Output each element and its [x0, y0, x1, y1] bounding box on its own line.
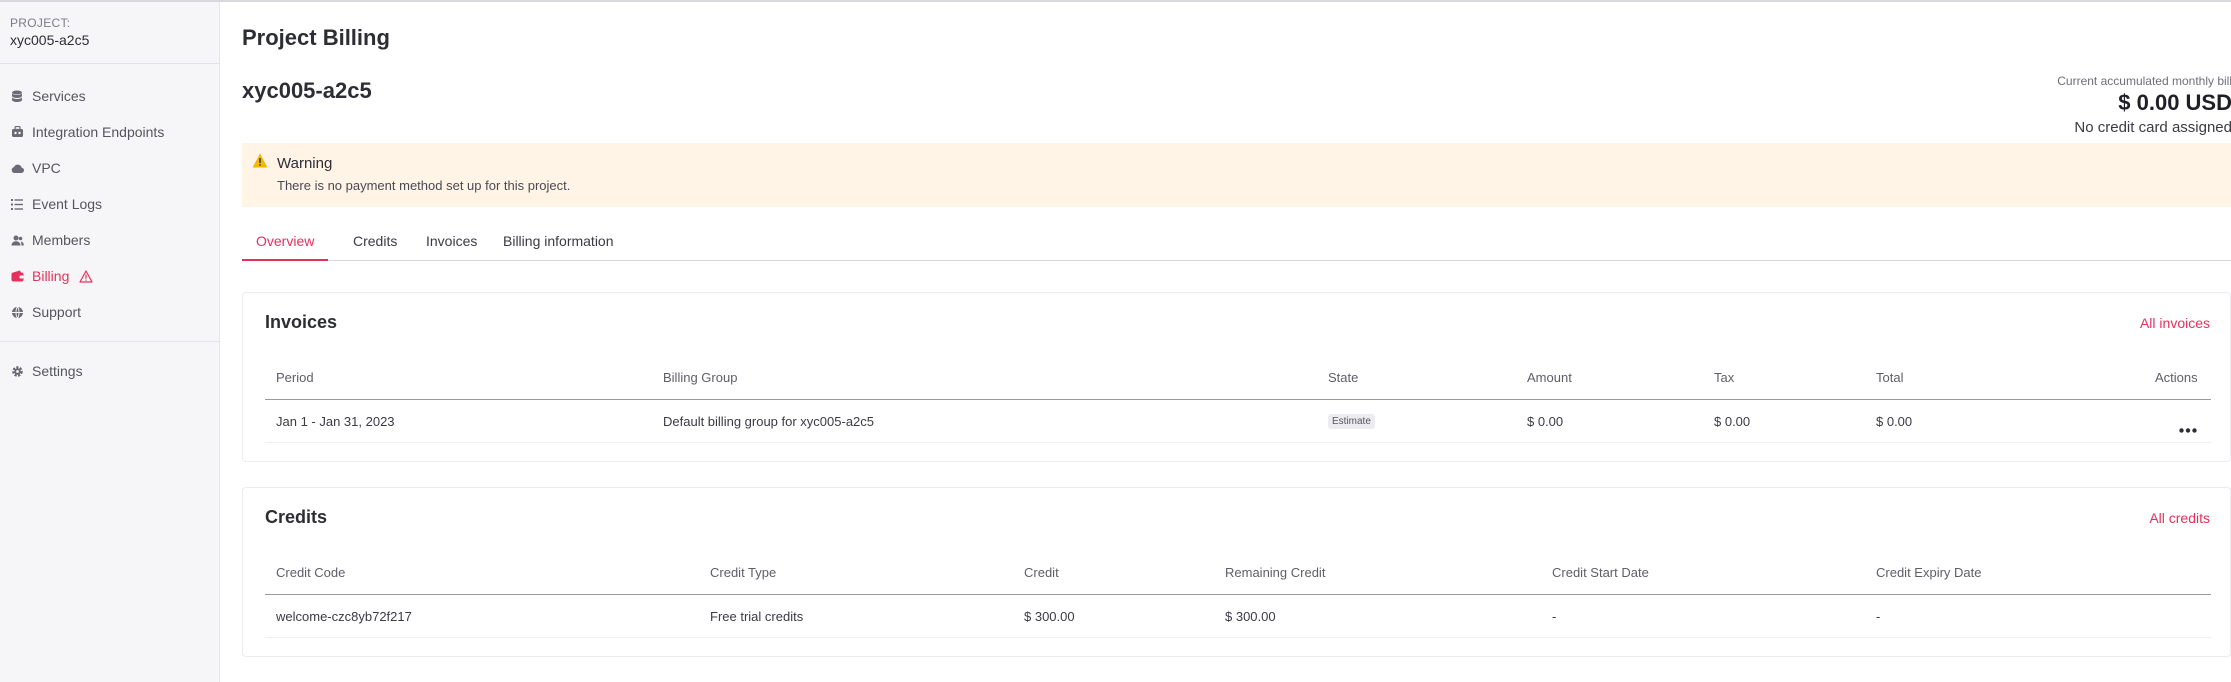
- sidebar-item-label: VPC: [32, 160, 61, 176]
- tab-overview[interactable]: Overview: [242, 226, 329, 261]
- warning-icon: [252, 153, 268, 173]
- column-header[interactable]: Period: [276, 370, 314, 385]
- credit-type: Free trial credits: [710, 609, 804, 624]
- column-header[interactable]: State: [1328, 370, 1358, 385]
- column-header[interactable]: Credit Type: [710, 565, 776, 580]
- wallet-icon: [10, 269, 24, 283]
- credit-code: welcome-czc8yb72f217: [276, 609, 412, 624]
- gear-icon: [10, 364, 24, 378]
- sidebar-divider: [0, 63, 220, 64]
- credit-card-status: No credit card assigned: [2074, 119, 2231, 136]
- table-header-divider: [265, 399, 2211, 400]
- list-icon: [10, 197, 24, 211]
- globe-icon: [10, 305, 24, 319]
- tab-credits[interactable]: Credits: [339, 226, 411, 261]
- sidebar-item-label: Settings: [32, 363, 83, 379]
- table-header-divider: [265, 594, 2211, 595]
- credits-card: Credits All credits Credit Code Credit T…: [242, 487, 2231, 657]
- sidebar: PROJECT: xyc005-a2c5 Services Integratio…: [0, 2, 220, 682]
- all-invoices-link[interactable]: All invoices: [2140, 315, 2210, 331]
- main-content: Project Billing xyc005-a2c5 Current accu…: [242, 0, 2231, 682]
- sidebar-item-label: Event Logs: [32, 196, 103, 212]
- project-label: PROJECT:: [10, 16, 71, 30]
- credit-amount: $ 300.00: [1024, 609, 1075, 624]
- monthly-bill-amount: $ 0.00 USD: [2118, 90, 2231, 115]
- sidebar-item-label: Support: [32, 304, 82, 320]
- credit-start-date: -: [1552, 609, 1557, 624]
- row-divider: [265, 442, 2211, 443]
- integration-icon: [10, 125, 24, 139]
- invoice-amount: $ 0.00: [1527, 414, 1564, 429]
- credits-title: Credits: [265, 507, 328, 527]
- status-badge: Estimate: [1328, 414, 1375, 429]
- sidebar-item-label: Services: [32, 88, 86, 104]
- tab-invoices[interactable]: Invoices: [412, 226, 491, 261]
- sidebar-item-settings[interactable]: Settings: [0, 357, 220, 385]
- sidebar-item-integration-endpoints[interactable]: Integration Endpoints: [0, 118, 220, 146]
- remaining-credit: $ 300.00: [1225, 609, 1276, 624]
- cloud-icon: [10, 161, 24, 175]
- column-header[interactable]: Credit Start Date: [1552, 565, 1649, 580]
- column-header[interactable]: Credit: [1024, 565, 1059, 580]
- sidebar-item-label: Members: [32, 232, 91, 248]
- payment-warning-banner: Warning There is no payment method set u…: [242, 143, 2231, 207]
- column-header[interactable]: Total: [1876, 370, 1903, 385]
- column-header[interactable]: Remaining Credit: [1225, 565, 1325, 580]
- sidebar-item-members[interactable]: Members: [0, 226, 220, 254]
- column-header[interactable]: Credit Expiry Date: [1876, 565, 1981, 580]
- row-divider: [265, 637, 2211, 638]
- bill-summary: Current accumulated monthly bill $ 0.00 …: [2057, 74, 2231, 136]
- column-header[interactable]: Credit Code: [276, 565, 345, 580]
- database-icon: [10, 89, 24, 103]
- project-name[interactable]: xyc005-a2c5: [10, 32, 89, 48]
- sidebar-item-label: Integration Endpoints: [32, 124, 165, 140]
- column-header[interactable]: Billing Group: [663, 370, 737, 385]
- warning-triangle-icon: [79, 269, 93, 283]
- sidebar-item-support[interactable]: Support: [0, 298, 220, 326]
- more-actions-icon[interactable]: [2179, 420, 2197, 438]
- tab-billing-information[interactable]: Billing information: [489, 226, 628, 261]
- sidebar-item-vpc[interactable]: VPC: [0, 154, 220, 182]
- warning-message: There is no payment method set up for th…: [277, 178, 571, 193]
- sidebar-item-label: Billing: [32, 268, 70, 284]
- column-header: Actions: [2155, 370, 2198, 385]
- invoice-tax: $ 0.00: [1714, 414, 1751, 429]
- billing-tabs: Overview Credits Invoices Billing inform…: [242, 226, 2231, 261]
- column-header[interactable]: Amount: [1527, 370, 1572, 385]
- invoice-period: Jan 1 - Jan 31, 2023: [276, 414, 395, 429]
- warning-title: Warning: [277, 155, 333, 172]
- invoice-total: $ 0.00: [1876, 414, 1913, 429]
- all-credits-link[interactable]: All credits: [2149, 510, 2210, 526]
- invoices-card: Invoices All invoices Period Billing Gro…: [242, 292, 2231, 462]
- invoice-billing-group: Default billing group for xyc005-a2c5: [663, 414, 875, 429]
- sidebar-divider: [0, 341, 220, 342]
- members-icon: [10, 233, 24, 247]
- sidebar-item-billing[interactable]: Billing: [0, 262, 220, 290]
- page-title: Project Billing: [242, 25, 390, 50]
- column-header[interactable]: Tax: [1714, 370, 1734, 385]
- credit-expiry-date: -: [1876, 609, 1881, 624]
- sidebar-item-event-logs[interactable]: Event Logs: [0, 190, 220, 218]
- project-heading: xyc005-a2c5: [242, 78, 372, 103]
- invoices-title: Invoices: [265, 312, 338, 332]
- sidebar-item-services[interactable]: Services: [0, 82, 220, 110]
- monthly-bill-label: Current accumulated monthly bill: [2057, 74, 2231, 88]
